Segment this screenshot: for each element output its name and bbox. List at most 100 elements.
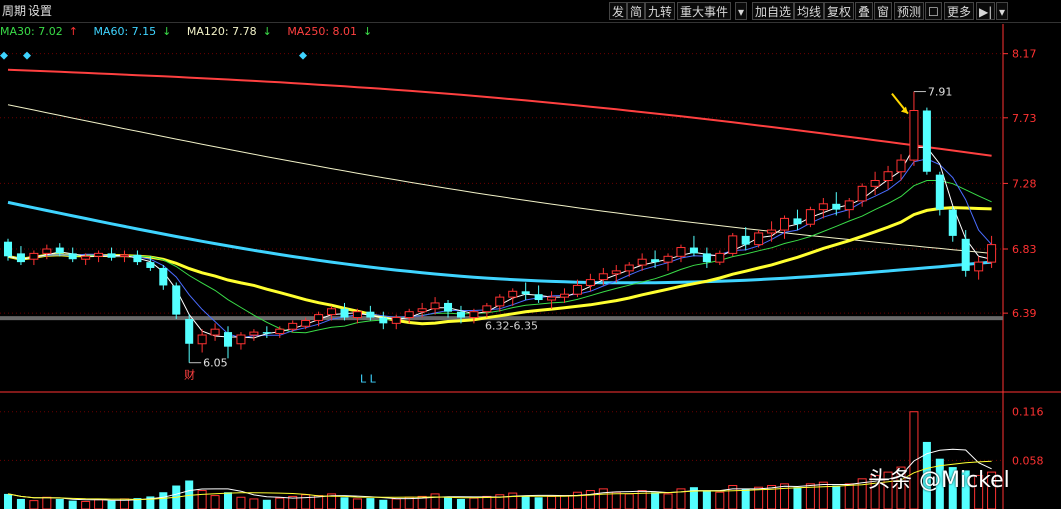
candle-body	[430, 302, 440, 310]
candle-body	[715, 252, 725, 263]
candle-body	[185, 318, 194, 344]
toolbar-btn-more[interactable]: 更多	[944, 2, 975, 20]
more-dropdown-icon[interactable]: ▾	[996, 2, 1009, 20]
volume-bar	[366, 498, 375, 509]
candle-body	[637, 258, 647, 266]
candle-body	[444, 302, 453, 312]
toolbar-btn-events[interactable]: 重大事件	[677, 2, 732, 20]
candle-body	[793, 218, 802, 225]
volume-bar	[16, 498, 25, 509]
candle-body	[508, 290, 518, 298]
candle-body	[391, 317, 401, 324]
candle-body	[107, 253, 116, 258]
finance-marker: 财	[184, 368, 195, 382]
volume-bar	[444, 497, 453, 509]
candle-body	[780, 217, 790, 231]
candle-body	[81, 255, 91, 260]
candle-body	[870, 179, 880, 187]
volume-bar	[534, 497, 543, 509]
volume-bar	[224, 492, 233, 509]
candle-body	[249, 331, 259, 336]
toolbar-btn-adjust[interactable]: 复权	[824, 2, 855, 20]
candle-body	[598, 273, 608, 281]
candle-body	[275, 328, 285, 335]
range-label: 6.32-6.35	[485, 319, 538, 332]
candle-body	[456, 311, 465, 318]
candle-body	[469, 311, 479, 319]
toolbar-btn-window[interactable]: 窗	[874, 2, 893, 20]
candle-body	[987, 244, 997, 263]
volume-bar	[832, 485, 841, 509]
toolbar-btn-jian[interactable]: 简	[627, 2, 646, 20]
candle-body	[495, 296, 505, 307]
candle-body	[728, 235, 738, 254]
volume-bar	[585, 490, 595, 509]
events-dropdown-icon[interactable]: ▾	[735, 2, 748, 20]
candle-body	[974, 261, 984, 272]
volume-tick-label: 0.058	[1012, 454, 1044, 467]
candle-body	[16, 253, 25, 263]
candle-body	[146, 262, 155, 268]
kline-chart[interactable]: 8.17 7.73 7.28 6.83 6.39 0.116 0.058 7.91 6.05 财 6…	[0, 24, 1061, 509]
volume-bar	[547, 495, 557, 509]
volume-bar	[909, 411, 919, 509]
candle-body	[534, 294, 543, 301]
low-price-label: 6.05	[203, 357, 228, 370]
checkbox-icon[interactable]: ☐	[925, 2, 942, 20]
candle-body	[379, 317, 388, 324]
ma250-line	[7, 68, 992, 157]
volume-bar	[741, 488, 750, 509]
volume-bar	[391, 498, 401, 509]
candle-body	[611, 270, 621, 275]
play-end-icon[interactable]: ▶|	[976, 2, 996, 20]
candle-body	[133, 254, 142, 263]
volume-bar	[715, 491, 725, 509]
volume-bar	[521, 495, 530, 509]
period-button[interactable]: 周期	[0, 2, 28, 20]
volume-tick-label: 0.116	[1012, 406, 1044, 419]
candle-body	[805, 209, 815, 225]
volume-bar	[482, 495, 492, 509]
volume-ma-line	[7, 460, 992, 501]
candle-body	[55, 247, 64, 254]
candle-body	[404, 311, 414, 319]
volume-bar	[55, 498, 64, 509]
volume-bar	[249, 498, 259, 509]
candle-body	[547, 296, 557, 301]
candle-body	[159, 267, 168, 286]
candle-body	[922, 110, 931, 172]
candle-body	[883, 171, 893, 181]
volume-bar	[844, 483, 854, 509]
volume-bar	[275, 497, 285, 509]
candle-body	[3, 241, 13, 257]
volume-bar	[3, 493, 13, 509]
toolbar-btn-add-watch[interactable]: 加自选	[752, 2, 795, 20]
volume-bar	[611, 491, 621, 509]
price-tick-label: 8.17	[1012, 48, 1037, 61]
candle-body	[896, 159, 906, 173]
price-tick-label: 6.39	[1012, 307, 1037, 320]
low-marks: L L	[360, 373, 377, 386]
toolbar-btn-fa[interactable]: 发	[609, 2, 628, 20]
price-tick-label: 7.28	[1012, 177, 1037, 190]
toolbar-btn-jiuzhuan[interactable]: 九转	[645, 2, 676, 20]
candle-body	[197, 334, 207, 345]
volume-bar	[94, 499, 104, 509]
toolbar-btn-forecast[interactable]: 预测	[894, 2, 925, 20]
candle-body	[689, 247, 698, 254]
watermark: 头条 @Mickel	[868, 468, 1010, 493]
toolbar-btn-ma[interactable]: 均线	[794, 2, 825, 20]
candle-body	[521, 291, 530, 295]
volume-bar	[379, 499, 388, 509]
candle-body	[482, 305, 492, 313]
volume-bar	[42, 496, 52, 509]
candle-body	[366, 311, 375, 318]
candle-body	[948, 209, 957, 236]
candle-body	[314, 314, 324, 321]
candle-body	[29, 252, 39, 260]
candle-body	[172, 285, 181, 315]
candle-body	[676, 247, 686, 257]
toolbar-btn-overlay[interactable]: 叠	[855, 2, 874, 20]
settings-button[interactable]: 设置	[26, 2, 54, 20]
volume-bar	[456, 498, 465, 509]
